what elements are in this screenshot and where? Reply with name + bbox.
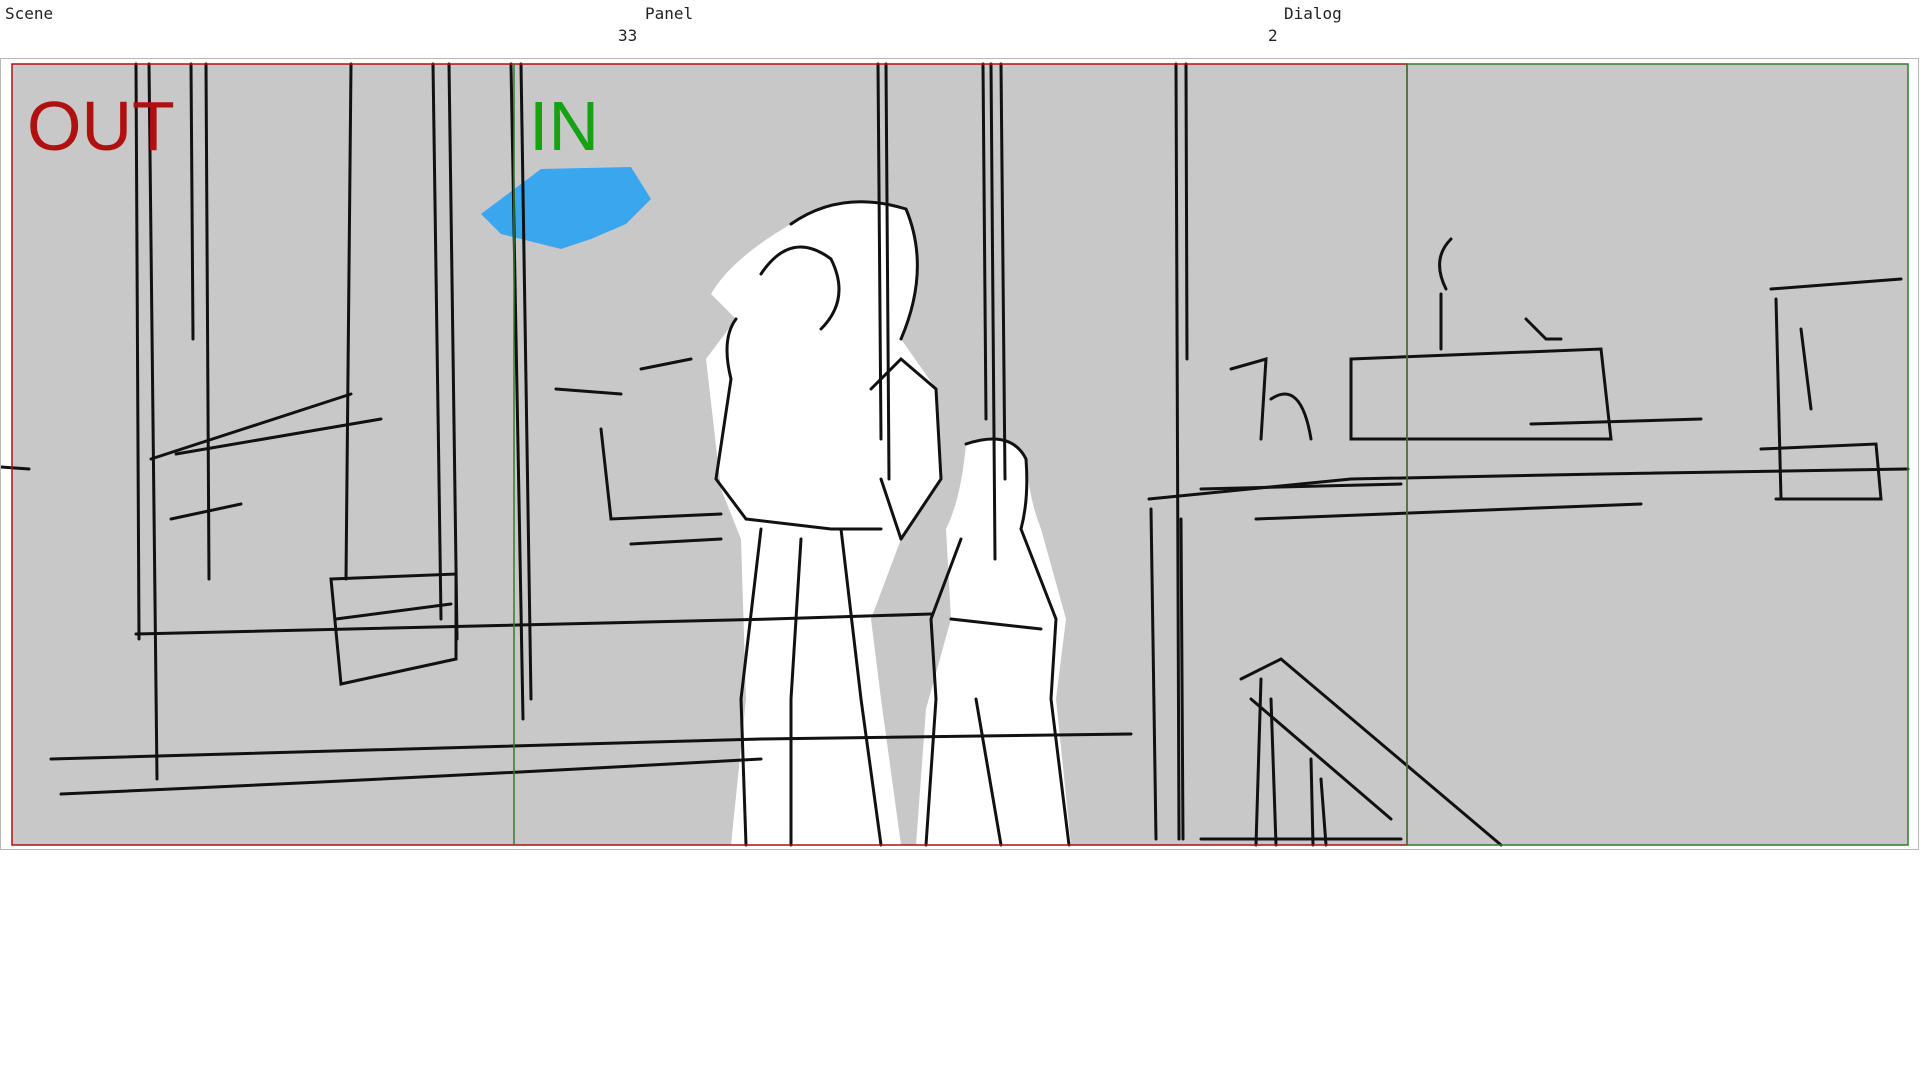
dialog-label: Dialog	[1284, 4, 1342, 23]
panel-label: Panel	[645, 4, 694, 23]
in-label: IN	[529, 87, 599, 165]
storyboard-panel-frame: OUT IN	[0, 58, 1919, 850]
dialog-number: 2	[1268, 26, 1278, 45]
storyboard-sketch	[1, 62, 1910, 847]
out-label: OUT	[27, 87, 175, 165]
scene-label: Scene	[5, 4, 54, 23]
panel-number: 33	[618, 26, 638, 45]
